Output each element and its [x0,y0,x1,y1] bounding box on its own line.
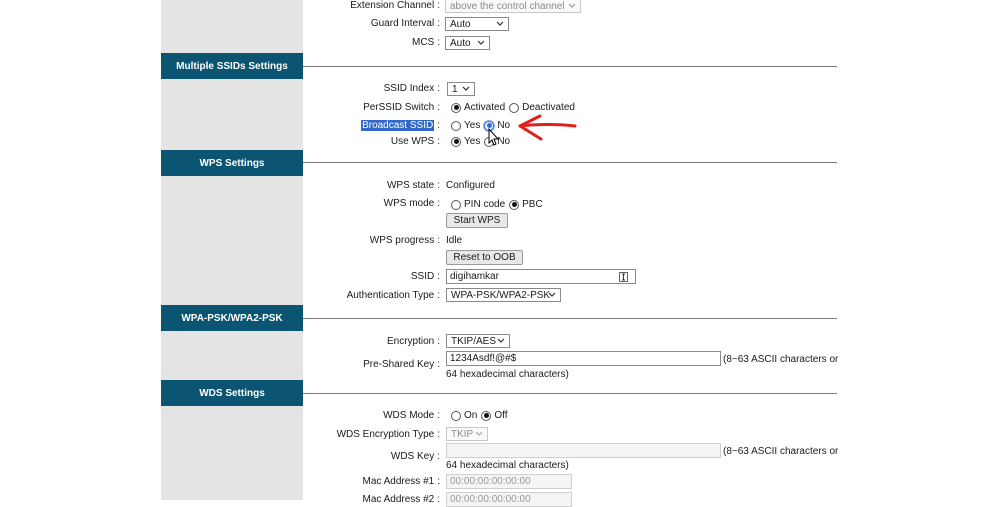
perssid-switch-group: Activated Deactivated [451,102,579,113]
ssid-index-label: SSID Index: [383,83,440,94]
wds-on-radio[interactable] [451,410,461,421]
wds-key-label: WDS Key: [390,451,440,462]
chevron-down-icon [477,40,485,45]
broadcast-ssid-group: Yes No [451,120,514,131]
chevron-down-icon [496,21,504,26]
extension-channel-label: Extension Channel: [350,0,440,11]
use-wps-label: Use WPS: [390,136,440,147]
section-divider [303,162,837,163]
broadcast-ssid-label: Broadcast SSID: [361,120,440,131]
wds-mode-group: On Off [451,410,512,421]
psk-hint-line1: (8~63 ASCII characters or [723,354,839,365]
wps-mode-group: PIN code PBC [451,199,547,210]
mcs-select[interactable]: Auto [445,36,490,50]
reset-to-oob-button[interactable]: Reset to OOB [446,250,523,265]
wds-encryption-type-select[interactable]: TKIP [446,427,488,441]
wps-state-label: WPS state: [386,180,440,191]
use-wps-yes-label: Yes [464,136,481,147]
wds-mode-label: WDS Mode: [383,410,440,421]
use-wps-no-label: No [497,136,511,147]
chevron-down-icon [497,338,505,343]
broadcast-ssid-yes-radio[interactable] [451,120,461,131]
chevron-down-icon [548,292,556,297]
wps-progress-label: WPS progress: [369,235,440,246]
psk-hint-line2: 64 hexadecimal characters) [446,369,569,380]
wds-encryption-type-label: WDS Encryption Type: [336,429,440,440]
wps-state-value: Configured [446,180,495,191]
use-wps-yes-radio[interactable] [451,136,461,147]
wps-pin-code-label: PIN code [464,199,506,210]
pre-shared-key-input[interactable]: 1234Asdf!@#$ [446,351,721,366]
perssid-deactivated-radio[interactable] [509,102,520,113]
wds-off-label: Off [494,410,508,421]
ssid-index-select[interactable]: 1 [447,82,475,96]
extension-channel-select[interactable]: above the control channel [445,0,581,13]
start-wps-button[interactable]: Start WPS [446,213,508,228]
encryption-select[interactable]: TKIP/AES [446,334,510,348]
chevron-down-icon [462,86,470,91]
pre-shared-key-label: Pre-Shared Key: [363,359,440,370]
wds-key-input[interactable] [446,443,721,458]
mac-address-1-input[interactable]: 00:00:00:00:00:00 [446,474,572,489]
use-wps-group: Yes No [451,136,514,147]
chevron-down-icon [475,431,483,436]
wps-pbc-radio[interactable] [509,199,520,210]
text-cursor-icon [619,272,628,282]
perssid-switch-label: PerSSID Switch: [363,102,440,113]
section-header-wds: WDS Settings [161,380,303,406]
broadcast-ssid-no-label: No [497,120,511,131]
perssid-deactivated-label: Deactivated [522,102,575,113]
broadcast-ssid-no-radio[interactable] [484,120,495,131]
wds-off-radio[interactable] [481,410,492,421]
mac-address-1-label: Mac Address #1: [362,476,441,487]
perssid-activated-label: Activated [464,102,506,113]
wps-pbc-label: PBC [522,199,543,210]
wds-on-label: On [464,410,478,421]
authentication-type-select[interactable]: WPA-PSK/WPA2-PSK [446,288,561,302]
perssid-activated-radio[interactable] [451,102,461,113]
section-header-wpa-psk: WPA-PSK/WPA2-PSK [161,305,303,331]
use-wps-no-radio[interactable] [484,136,495,147]
section-header-multiple-ssids: Multiple SSIDs Settings [161,53,303,79]
authentication-type-label: Authentication Type: [346,290,440,301]
wps-progress-value: Idle [446,235,463,246]
wds-key-hint-line2: 64 hexadecimal characters) [446,460,569,471]
guard-interval-select[interactable]: Auto [445,17,509,31]
section-divider [303,393,837,394]
guard-interval-label: Guard Interval: [370,18,440,29]
wds-key-hint-line1: (8~63 ASCII characters or [723,446,839,457]
section-divider [303,318,837,319]
red-arrow-annotation [518,114,577,141]
wps-pin-code-radio[interactable] [451,199,461,210]
section-header-wps: WPS Settings [161,150,303,176]
section-divider [303,66,837,67]
broadcast-ssid-yes-label: Yes [464,120,481,131]
ssid-label: SSID: [410,271,440,282]
ssid-input[interactable]: digihamkar [446,269,636,284]
chevron-down-icon [568,3,576,8]
encryption-label: Encryption: [386,336,440,347]
mcs-label: MCS: [411,37,440,48]
wps-mode-label: WPS mode: [383,198,440,209]
